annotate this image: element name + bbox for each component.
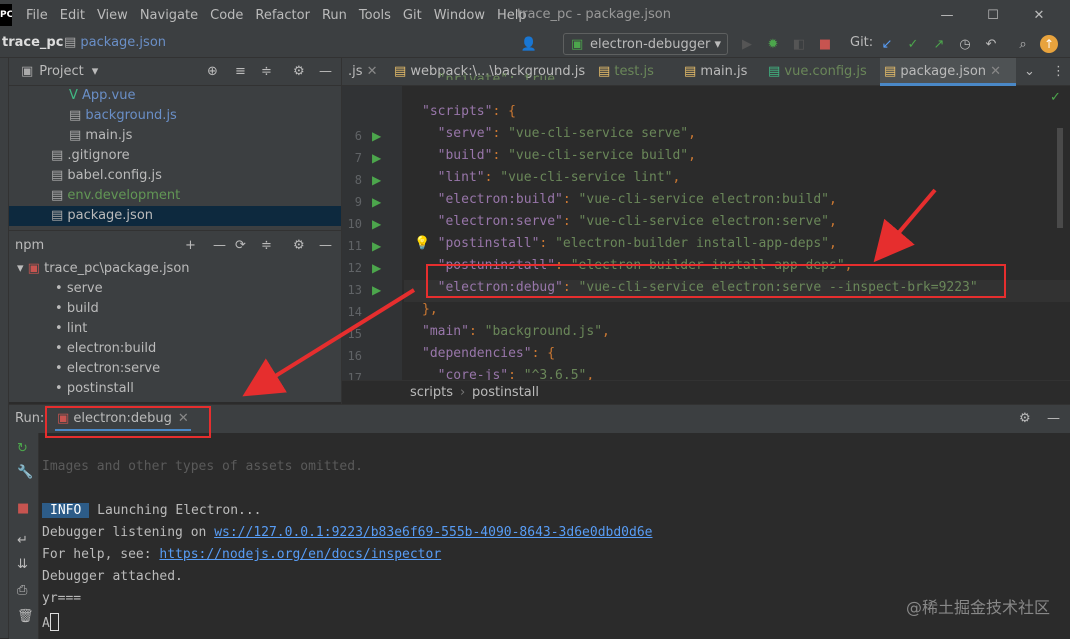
arrow-to-run-tab <box>242 288 416 397</box>
annotation-arrows <box>242 188 937 397</box>
arrow-to-script <box>873 188 937 263</box>
